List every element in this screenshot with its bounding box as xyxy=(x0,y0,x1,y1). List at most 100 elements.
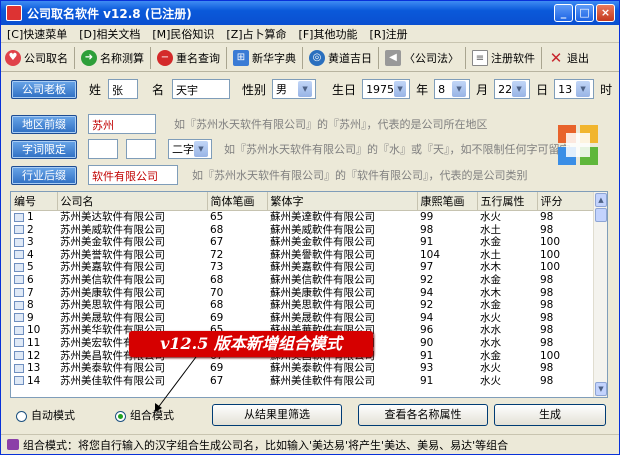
given-name-input[interactable]: 天宇 xyxy=(172,79,231,99)
table-cell: 100 xyxy=(537,261,593,274)
cell-text: 68 xyxy=(210,273,224,286)
table-cell: 67 xyxy=(207,375,267,388)
maximize-button[interactable]: □ xyxy=(575,4,594,22)
table-row[interactable]: 5 苏州美嘉软件有限公司 73 蘇州美嘉軟件有限公司 97 水木 100 xyxy=(11,261,593,274)
table-cell: 14 xyxy=(11,375,57,388)
table-row[interactable]: 7 苏州美康软件有限公司 70 蘇州美康軟件有限公司 94 水木 98 xyxy=(11,287,593,300)
table-row[interactable]: 9 苏州美晟软件有限公司 69 蘇州美晟軟件有限公司 94 水火 98 xyxy=(11,312,593,325)
month-select[interactable]: 8 ▼ xyxy=(434,79,471,99)
menu-folk[interactable]: [M]民俗知识 xyxy=(146,26,220,42)
menu-bar: [C]快速菜单 [D]相关文档 [M]民俗知识 [Z]占卜算命 [F]其他功能 … xyxy=(1,25,619,43)
menu-divination[interactable]: [Z]占卜算命 xyxy=(220,26,292,42)
cell-text: 98 xyxy=(540,374,554,387)
scroll-thumb[interactable] xyxy=(595,208,607,222)
radio-button[interactable] xyxy=(16,410,27,422)
minimize-button[interactable]: _ xyxy=(554,4,573,22)
region-button[interactable]: 地区前缀 xyxy=(11,114,77,134)
menu-other[interactable]: [F]其他功能 xyxy=(293,26,364,42)
cell-text: 7 xyxy=(27,286,34,299)
word-limit-button[interactable]: 字词限定 xyxy=(11,139,77,159)
tool-auspicious-day[interactable]: ◎ 黄道吉日 xyxy=(305,46,376,70)
results-table[interactable]: 编号 公司名 简体笔画 繁体字 康熙笔画 五行属性 评分 1 苏州美达软件有限公司… xyxy=(10,191,608,398)
scroll-down-icon[interactable]: ▼ xyxy=(595,382,607,396)
table-cell: 91 xyxy=(417,236,477,249)
table-cell: 1 xyxy=(11,211,57,224)
surname-input[interactable]: 张 xyxy=(108,79,139,99)
word-input-2[interactable] xyxy=(126,139,156,159)
table-row[interactable]: 6 苏州美信软件有限公司 68 蘇州美信軟件有限公司 92 水金 98 xyxy=(11,274,593,287)
back-arrow-icon: ◀ xyxy=(385,49,401,66)
table-row[interactable]: 14 苏州美佳软件有限公司 67 蘇州美佳軟件有限公司 91 水火 98 xyxy=(11,375,593,388)
app-icon xyxy=(6,5,22,21)
industry-button[interactable]: 行业后缀 xyxy=(11,165,77,185)
cell-text: 5 xyxy=(27,261,34,274)
table-row[interactable]: 13 苏州美泰软件有限公司 69 蘇州美泰軟件有限公司 93 水火 98 xyxy=(11,362,593,375)
column-header[interactable]: 康熙笔画 xyxy=(417,192,478,211)
cell-text: 苏州美金软件有限公司 xyxy=(60,236,165,249)
cell-text: 6 xyxy=(27,273,34,286)
radio-button[interactable] xyxy=(115,410,126,422)
column-header[interactable]: 评分 xyxy=(537,192,594,211)
day-value: 22 xyxy=(498,82,513,96)
view-attributes-button[interactable]: 查看各名称属性 xyxy=(358,404,488,426)
generate-button[interactable]: 生成 xyxy=(494,404,606,426)
chevron-down-icon: ▼ xyxy=(452,81,467,97)
industry-input[interactable]: 软件有限公司 xyxy=(88,165,178,185)
table-row[interactable]: 2 苏州美威软件有限公司 68 蘇州美威軟件有限公司 98 水土 98 xyxy=(11,224,593,237)
close-button[interactable]: × xyxy=(596,4,615,22)
auto-mode-radio[interactable]: 自动模式 xyxy=(16,407,75,423)
cell-text: 水水 xyxy=(480,324,501,337)
boss-button[interactable]: 公司老板 xyxy=(11,79,77,99)
table-cell: 5 xyxy=(11,261,57,274)
year-select[interactable]: 1975 ▼ xyxy=(362,79,411,99)
menu-docs[interactable]: [D]相关文档 xyxy=(73,26,146,42)
day-select[interactable]: 22 ▼ xyxy=(494,79,531,99)
tool-dictionary[interactable]: ⊞ 新华字典 xyxy=(229,46,300,70)
gender-value: 男 xyxy=(276,83,288,96)
cell-text: 9 xyxy=(27,311,34,324)
column-header[interactable]: 繁体字 xyxy=(267,192,418,211)
word-count-select[interactable]: 二字 ▼ xyxy=(168,139,212,159)
hour-select[interactable]: 13 ▼ xyxy=(554,79,595,99)
table-row[interactable]: 1 苏州美达软件有限公司 65 蘇州美達軟件有限公司 99 水火 98 xyxy=(11,211,593,224)
tool-company-law[interactable]: ◀ 〈公司法〉 xyxy=(381,46,463,70)
filter-button[interactable]: 从结果里筛选 xyxy=(212,404,342,426)
cell-text: 蘇州美泰軟件有限公司 xyxy=(270,362,375,375)
column-header[interactable]: 编号 xyxy=(11,192,58,211)
table-cell: 水火 xyxy=(477,362,537,375)
table-cell: 98 xyxy=(537,312,593,325)
menu-register[interactable]: [R]注册 xyxy=(363,26,413,42)
tool-exit[interactable]: ✕ 退出 xyxy=(544,46,593,70)
cell-text: 蘇州美思軟件有限公司 xyxy=(270,299,375,312)
title-bar[interactable]: 公司取名软件 v12.8 (已注册) _ □ × xyxy=(1,1,619,25)
table-row[interactable]: 8 苏州美思软件有限公司 68 蘇州美思軟件有限公司 92 水金 98 xyxy=(11,299,593,312)
tool-duplicate-check[interactable]: − 重名查询 xyxy=(153,46,224,70)
globe-icon: ◎ xyxy=(309,49,325,66)
tool-name-test[interactable]: ➜ 名称测算 xyxy=(77,46,148,70)
birthday-label: 生日 xyxy=(332,82,357,97)
tool-register[interactable]: ≡ 注册软件 xyxy=(468,46,539,70)
table-cell: 水土 xyxy=(477,249,537,262)
gender-select[interactable]: 男 ▼ xyxy=(272,79,317,99)
table-row[interactable]: 3 苏州美金软件有限公司 67 蘇州美金軟件有限公司 91 水金 100 xyxy=(11,236,593,249)
combo-mode-radio[interactable]: 组合模式 xyxy=(115,407,174,423)
toolbar-separator xyxy=(150,46,151,69)
menu-quick[interactable]: [C]快速菜单 xyxy=(1,26,73,42)
column-header[interactable]: 公司名 xyxy=(57,192,208,211)
tool-label: 公司取名 xyxy=(24,51,68,65)
year-label: 年 xyxy=(416,82,429,97)
cell-text: 98 xyxy=(420,223,434,236)
word-input-1[interactable] xyxy=(88,139,118,159)
tool-company-naming[interactable]: ♥ 公司取名 xyxy=(1,46,72,70)
industry-row: 行业后缀 软件有限公司 如『苏州水天软件有限公司』的『软件有限公司』，代表的是公… xyxy=(1,165,619,185)
month-label: 月 xyxy=(476,82,489,97)
column-header[interactable]: 简体笔画 xyxy=(207,192,268,211)
table-row[interactable]: 4 苏州美誉软件有限公司 72 蘇州美譽軟件有限公司 104 水土 100 xyxy=(11,249,593,262)
row-icon xyxy=(14,325,24,335)
row-icon xyxy=(14,225,24,235)
vertical-scrollbar[interactable]: ▲ ▼ xyxy=(593,192,607,397)
cell-text: 水火 xyxy=(480,374,501,387)
column-header[interactable]: 五行属性 xyxy=(477,192,538,211)
region-input[interactable]: 苏州 xyxy=(88,114,156,134)
scroll-up-icon[interactable]: ▲ xyxy=(595,193,607,207)
